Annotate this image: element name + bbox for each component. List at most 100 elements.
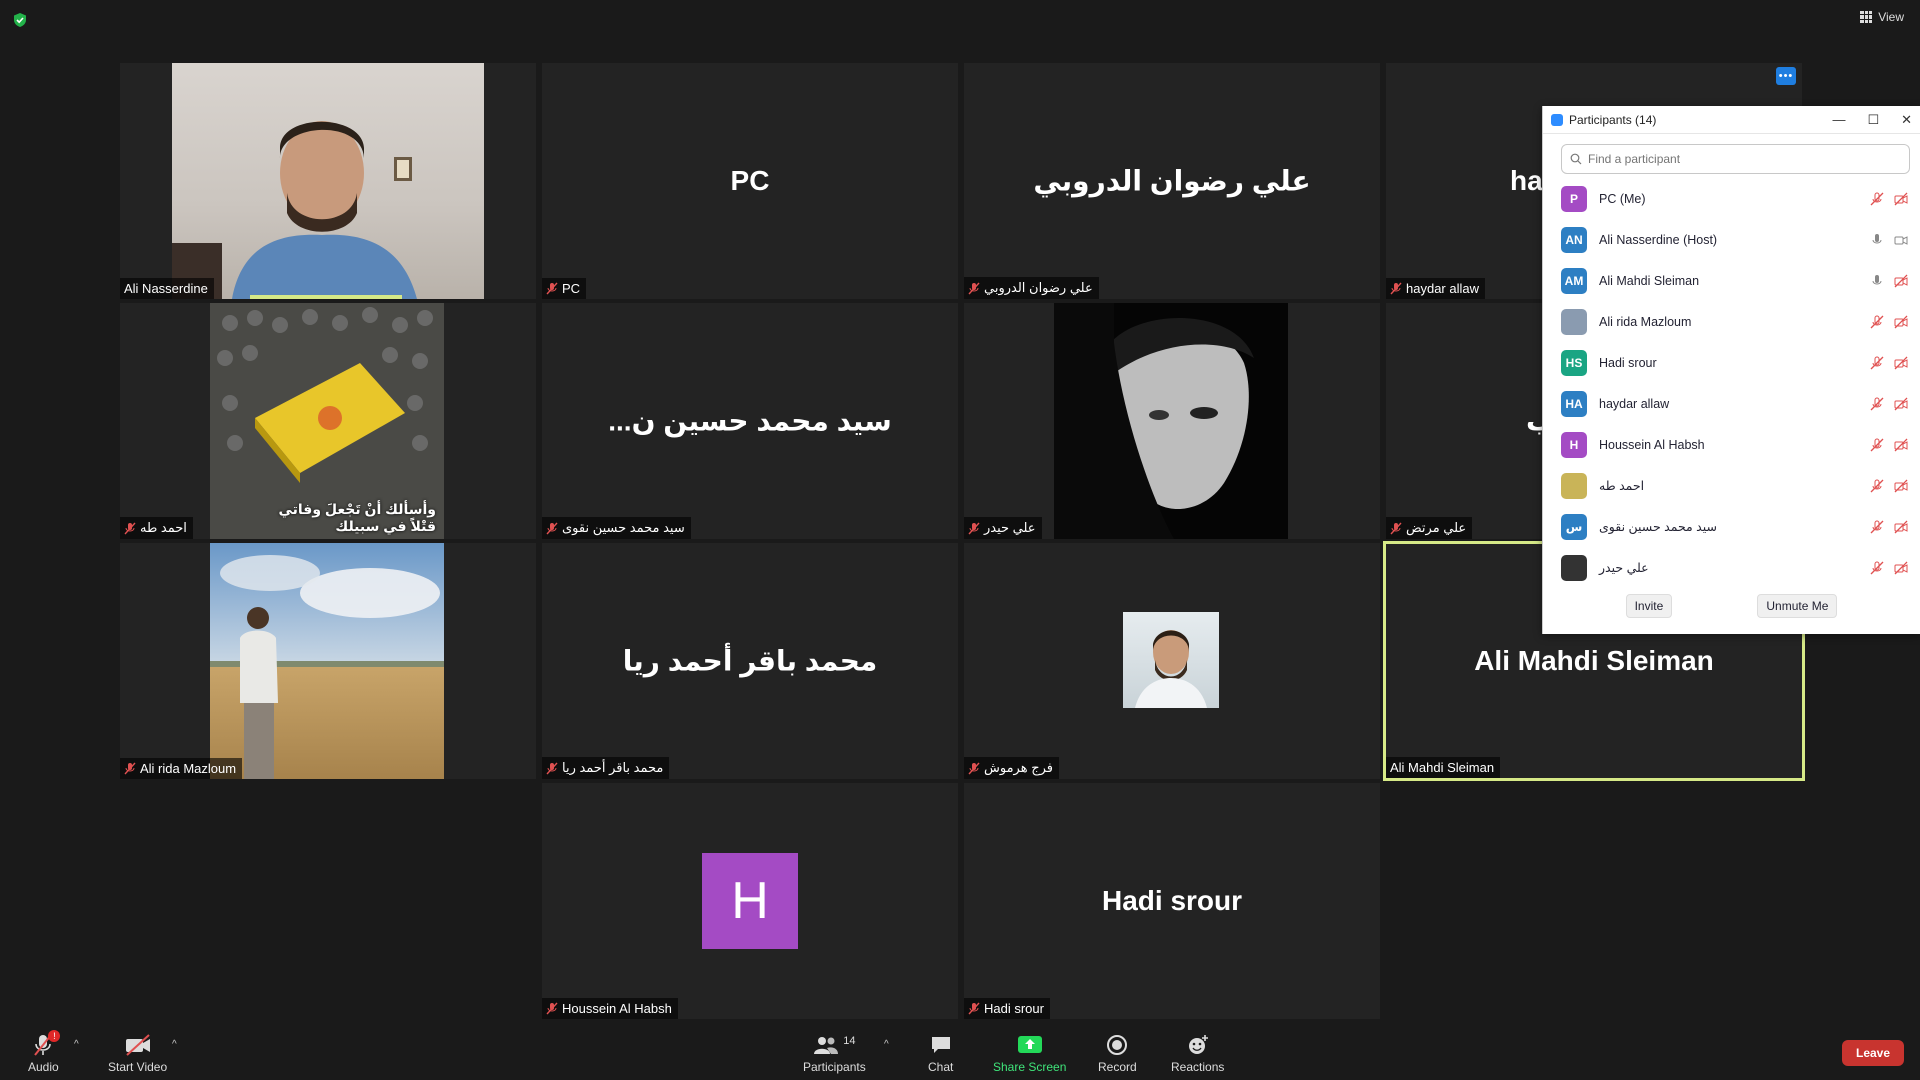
tile-name-label: احمد طه bbox=[120, 517, 193, 539]
tile-name-label: PC bbox=[542, 278, 587, 299]
panel-title-bar: Participants (14) — ☐ ✕ bbox=[1543, 106, 1920, 134]
start-video-label: Start Video bbox=[108, 1060, 168, 1074]
microphone-muted-icon[interactable] bbox=[1870, 315, 1884, 329]
record-button[interactable]: Record bbox=[1098, 1032, 1137, 1074]
video-tile-mohammad-baqer[interactable]: محمد باقر أحمد ريا محمد باقر أحمد ريا bbox=[542, 543, 958, 779]
participant-portrait-image bbox=[1054, 303, 1288, 539]
microphone-muted-icon[interactable] bbox=[1870, 356, 1884, 370]
video-camera-icon[interactable] bbox=[1894, 233, 1908, 247]
reactions-button[interactable]: Reactions bbox=[1171, 1032, 1224, 1074]
participants-panel: Participants (14) — ☐ ✕ P PC (Me) AN Ali Na… bbox=[1542, 106, 1920, 634]
video-options-chevron-icon[interactable]: ^ bbox=[172, 1039, 177, 1050]
microphone-muted-icon[interactable] bbox=[1870, 192, 1884, 206]
unmute-me-button[interactable]: Unmute Me bbox=[1757, 594, 1838, 618]
field-image bbox=[210, 543, 444, 779]
video-camera-muted-icon[interactable] bbox=[1894, 192, 1908, 206]
video-tile-faraj-harmoush[interactable]: فرج هرموش bbox=[964, 543, 1380, 779]
microphone-muted-icon[interactable] bbox=[1870, 479, 1884, 493]
panel-footer: Invite Unmute Me bbox=[1543, 594, 1920, 618]
participant-name: سيد محمد حسين نقوى bbox=[1599, 520, 1717, 534]
poster-caption-line-2: قتْلاً في سبيلك bbox=[335, 518, 436, 534]
participant-row[interactable]: Ali rida Mazloum bbox=[1543, 301, 1920, 342]
participant-row[interactable]: س سيد محمد حسين نقوى bbox=[1543, 506, 1920, 547]
poster-caption: وأسألك أنْ تَجْعلَ وفاتي قتْلاً في سبيلك bbox=[278, 501, 436, 535]
video-tile-ali-ridwan[interactable]: علي رضوان الدروبي علي رضوان الدروبي bbox=[964, 63, 1380, 299]
participant-row[interactable]: HA haydar allaw bbox=[1543, 383, 1920, 424]
maximize-icon[interactable]: ☐ bbox=[1867, 112, 1879, 128]
participants-icon bbox=[814, 1037, 839, 1054]
mic-muted-icon bbox=[968, 762, 980, 774]
participant-row[interactable]: P PC (Me) bbox=[1543, 178, 1920, 219]
video-tile-ali-haidar[interactable]: علي حيدر bbox=[964, 303, 1380, 539]
participant-avatar: AM bbox=[1561, 267, 1587, 294]
participant-avatar: س bbox=[1561, 513, 1587, 540]
chat-button[interactable]: Chat bbox=[928, 1032, 953, 1074]
video-tile-sayed-mohammad[interactable]: ...سيد محمد حسين ن سيد محمد حسين نقوى bbox=[542, 303, 958, 539]
participants-count: 14 bbox=[843, 1035, 856, 1047]
start-video-button[interactable]: Start Video bbox=[108, 1032, 167, 1074]
close-icon[interactable]: ✕ bbox=[1901, 112, 1912, 128]
participant-row[interactable]: H Houssein Al Habsh bbox=[1543, 424, 1920, 465]
microphone-muted-icon[interactable] bbox=[1870, 397, 1884, 411]
avatar: H bbox=[702, 853, 798, 949]
participant-name: Ali rida Mazloum bbox=[1599, 314, 1692, 329]
video-camera-muted-icon bbox=[125, 1034, 150, 1056]
mic-muted-icon bbox=[124, 522, 136, 534]
shield-icon[interactable] bbox=[12, 12, 28, 28]
microphone-muted-icon[interactable] bbox=[1870, 520, 1884, 534]
record-icon bbox=[1107, 1035, 1128, 1055]
share-screen-icon bbox=[1017, 1036, 1042, 1053]
invite-button[interactable]: Invite bbox=[1625, 594, 1673, 618]
view-label: View bbox=[1878, 10, 1904, 24]
profile-photo bbox=[1135, 630, 1207, 708]
microphone-icon[interactable] bbox=[1870, 274, 1884, 288]
tile-name: PC bbox=[562, 281, 581, 296]
panel-title: Participants (14) bbox=[1569, 112, 1657, 127]
video-tile-ali-rida-mazloum[interactable]: Ali rida Mazloum bbox=[120, 543, 536, 779]
video-camera-muted-icon[interactable] bbox=[1894, 315, 1908, 329]
participant-poster-image: وأسألك أنْ تَجْعلَ وفاتي قتْلاً في سبيلك bbox=[210, 303, 444, 539]
microphone-muted-icon[interactable] bbox=[1870, 438, 1884, 452]
participant-list: P PC (Me) AN Ali Nasserdine (Host) AM Ali Mah… bbox=[1543, 178, 1920, 588]
participants-button[interactable]: 14 Participants bbox=[803, 1032, 866, 1074]
tile-more-options-button[interactable]: ••• bbox=[1776, 67, 1796, 85]
video-camera-muted-icon[interactable] bbox=[1894, 561, 1908, 575]
video-camera-muted-icon[interactable] bbox=[1894, 397, 1908, 411]
tile-big-name: علي رضوان الدروبي bbox=[1033, 165, 1311, 197]
video-tile-ali-nasserdine[interactable]: Ali Nasserdine bbox=[120, 63, 536, 299]
microphone-muted-icon[interactable] bbox=[1870, 561, 1884, 575]
participant-search[interactable] bbox=[1561, 144, 1910, 174]
view-button[interactable]: View bbox=[1860, 10, 1904, 24]
minimize-icon[interactable]: — bbox=[1832, 112, 1845, 128]
participant-row[interactable]: AM Ali Mahdi Sleiman bbox=[1543, 260, 1920, 301]
video-tile-hadi-srour[interactable]: Hadi srour Hadi srour bbox=[964, 783, 1380, 1019]
microphone-icon[interactable] bbox=[1870, 233, 1884, 247]
participant-row[interactable]: HS Hadi srour bbox=[1543, 342, 1920, 383]
video-camera-muted-icon[interactable] bbox=[1894, 479, 1908, 493]
participant-field-image bbox=[210, 543, 444, 779]
share-screen-button[interactable]: Share Screen bbox=[993, 1032, 1066, 1074]
participant-name: Ali Nasserdine (Host) bbox=[1599, 232, 1718, 247]
search-input[interactable] bbox=[1588, 152, 1888, 166]
participant-row[interactable]: AN Ali Nasserdine (Host) bbox=[1543, 219, 1920, 260]
tile-name-label: Ali rida Mazloum bbox=[120, 758, 243, 779]
participant-row[interactable]: علي حيدر bbox=[1543, 547, 1920, 588]
video-camera-muted-icon[interactable] bbox=[1894, 438, 1908, 452]
mic-muted-icon bbox=[1390, 522, 1402, 534]
tile-big-name: محمد باقر أحمد ريا bbox=[622, 645, 878, 677]
tile-name-label: سيد محمد حسين نقوى bbox=[542, 517, 691, 539]
video-camera-muted-icon[interactable] bbox=[1894, 356, 1908, 370]
audio-options-chevron-icon[interactable]: ^ bbox=[74, 1039, 79, 1050]
video-camera-muted-icon[interactable] bbox=[1894, 520, 1908, 534]
video-tile-pc[interactable]: PC PC bbox=[542, 63, 958, 299]
video-camera-muted-icon[interactable] bbox=[1894, 274, 1908, 288]
video-tile-houssein-al-habsh[interactable]: H Houssein Al Habsh bbox=[542, 783, 958, 1019]
participants-options-chevron-icon[interactable]: ^ bbox=[884, 1039, 889, 1050]
zoom-meeting-window: View Ali Nasserdine PC PC علي رضوان الدر… bbox=[0, 0, 1920, 1080]
audio-button[interactable]: ! Audio bbox=[28, 1030, 61, 1074]
reactions-icon bbox=[1188, 1035, 1208, 1054]
participant-video bbox=[172, 63, 484, 299]
leave-button[interactable]: Leave bbox=[1842, 1040, 1904, 1066]
participant-row[interactable]: احمد طه bbox=[1543, 465, 1920, 506]
video-tile-ahmad-taha[interactable]: وأسألك أنْ تَجْعلَ وفاتي قتْلاً في سبيلك… bbox=[120, 303, 536, 539]
